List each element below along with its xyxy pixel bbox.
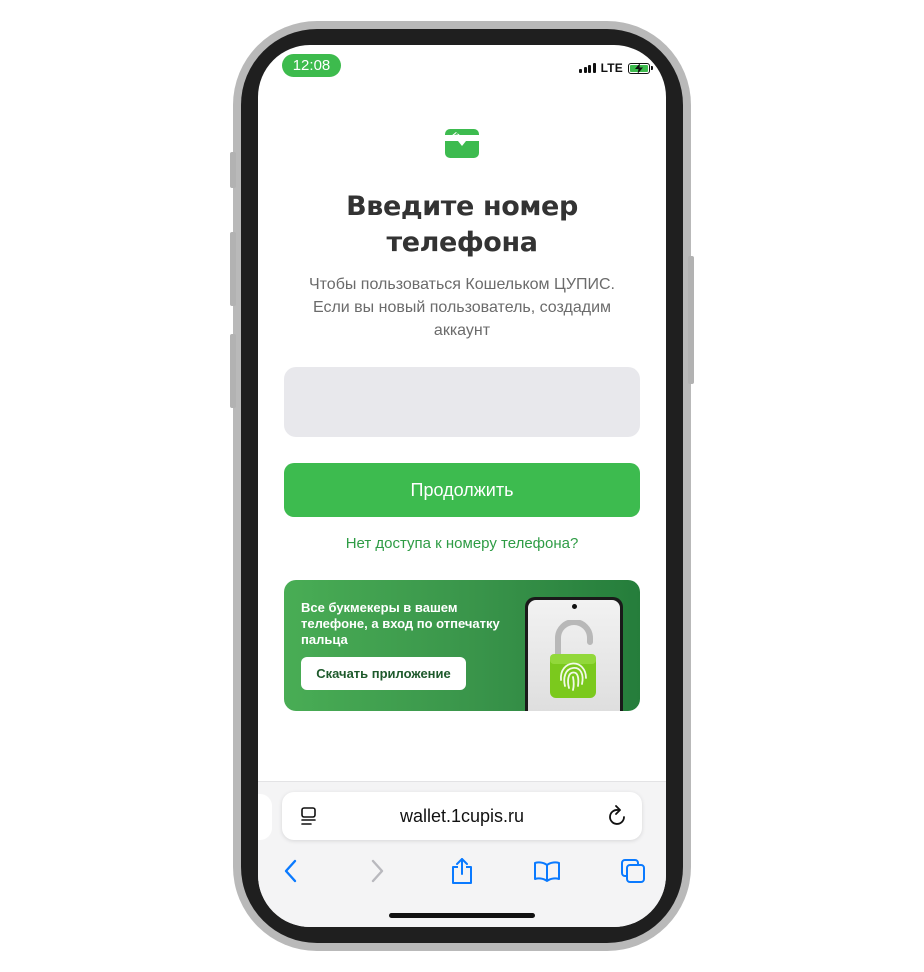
phone-screen: 12:08 LTE Введите номер телефона Чтобы п… bbox=[258, 45, 666, 927]
promo-text: Все букмекеры в вашем телефоне, а вход п… bbox=[301, 600, 500, 647]
address-bar[interactable]: wallet.1cupis.ru bbox=[282, 792, 642, 840]
url-text: wallet.1cupis.ru bbox=[399, 806, 525, 826]
reload-icon[interactable] bbox=[608, 805, 628, 827]
previous-tab-preview[interactable] bbox=[258, 794, 272, 840]
back-icon[interactable] bbox=[274, 854, 308, 888]
power-button bbox=[688, 256, 694, 384]
page-subtitle: Чтобы пользоваться Кошельком ЦУПИС. Если… bbox=[308, 276, 615, 339]
phone-number-input[interactable] bbox=[284, 367, 640, 437]
app-promo-banner[interactable]: Все букмекеры в вашем телефоне, а вход п… bbox=[284, 580, 640, 711]
tabs-icon[interactable] bbox=[616, 854, 650, 888]
bookmarks-icon[interactable] bbox=[530, 854, 564, 888]
network-type: LTE bbox=[600, 61, 623, 75]
home-indicator[interactable] bbox=[389, 913, 535, 918]
forward-icon[interactable] bbox=[360, 854, 394, 888]
page-title: Введите номер телефона bbox=[346, 191, 578, 258]
silent-switch bbox=[230, 152, 236, 188]
status-indicators: LTE bbox=[579, 61, 653, 75]
no-phone-access-link[interactable]: Нет доступа к номеру телефона? bbox=[258, 535, 666, 552]
share-icon[interactable] bbox=[445, 854, 479, 888]
browser-bar: wallet.1cupis.ru bbox=[258, 781, 666, 927]
fingerprint-lock-icon bbox=[550, 620, 596, 698]
battery-icon bbox=[628, 62, 653, 74]
wallet-icon bbox=[445, 129, 479, 158]
volume-down-button bbox=[230, 334, 236, 408]
signal-icon bbox=[579, 63, 596, 73]
continue-button[interactable]: Продолжить bbox=[284, 463, 640, 517]
download-app-button[interactable]: Скачать приложение bbox=[301, 657, 466, 690]
promo-phone-image bbox=[525, 597, 623, 711]
browser-toolbar bbox=[258, 854, 666, 888]
status-time: 12:08 bbox=[282, 54, 341, 77]
volume-up-button bbox=[230, 232, 236, 306]
